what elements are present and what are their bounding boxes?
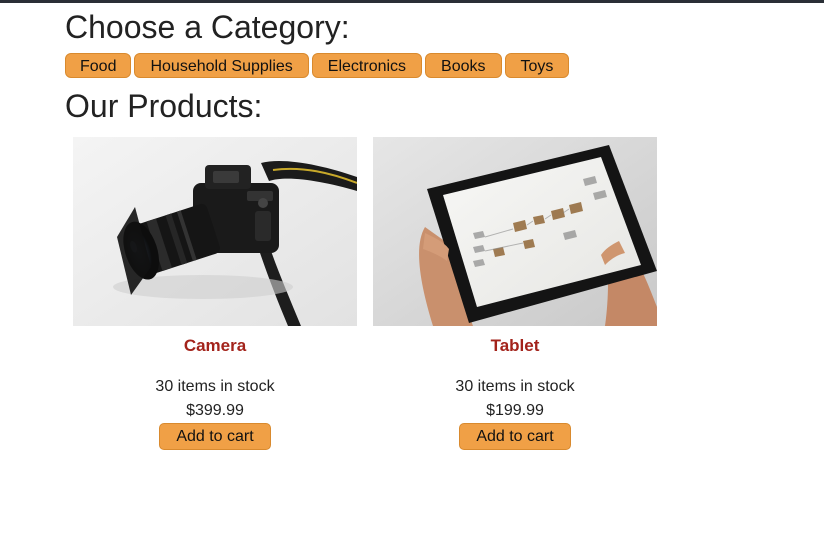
products-heading: Our Products: xyxy=(65,88,263,124)
category-button-food[interactable]: Food xyxy=(65,53,132,78)
tablet-photo-image xyxy=(373,137,657,326)
category-button-toys[interactable]: Toys xyxy=(504,53,570,78)
product-stock: 30 items in stock xyxy=(455,378,575,395)
product-card-camera: Camera 30 items in stock $399.99 Add to … xyxy=(73,137,357,450)
tablet-photo[interactable] xyxy=(373,137,657,326)
product-price: $199.99 xyxy=(486,402,544,419)
product-name[interactable]: Tablet xyxy=(373,336,657,356)
category-heading: Choose a Category: xyxy=(65,9,350,45)
product-name[interactable]: Camera xyxy=(73,336,357,356)
camera-photo[interactable] xyxy=(73,137,357,326)
category-button-electronics[interactable]: Electronics xyxy=(311,53,423,78)
camera-photo-image xyxy=(73,137,357,326)
add-to-cart-button[interactable]: Add to cart xyxy=(459,423,571,450)
category-button-books[interactable]: Books xyxy=(425,53,502,78)
product-list: Camera 30 items in stock $399.99 Add to … xyxy=(73,137,805,450)
page-content: Choose a Category: Food Household Suppli… xyxy=(65,3,805,450)
product-card-tablet: Tablet 30 items in stock $199.99 Add to … xyxy=(373,137,657,450)
product-price: $399.99 xyxy=(186,402,244,419)
category-list: Food Household Supplies Electronics Book… xyxy=(65,53,805,78)
add-to-cart-button[interactable]: Add to cart xyxy=(159,423,271,450)
product-stock: 30 items in stock xyxy=(155,378,275,395)
category-button-household-supplies[interactable]: Household Supplies xyxy=(134,53,309,78)
